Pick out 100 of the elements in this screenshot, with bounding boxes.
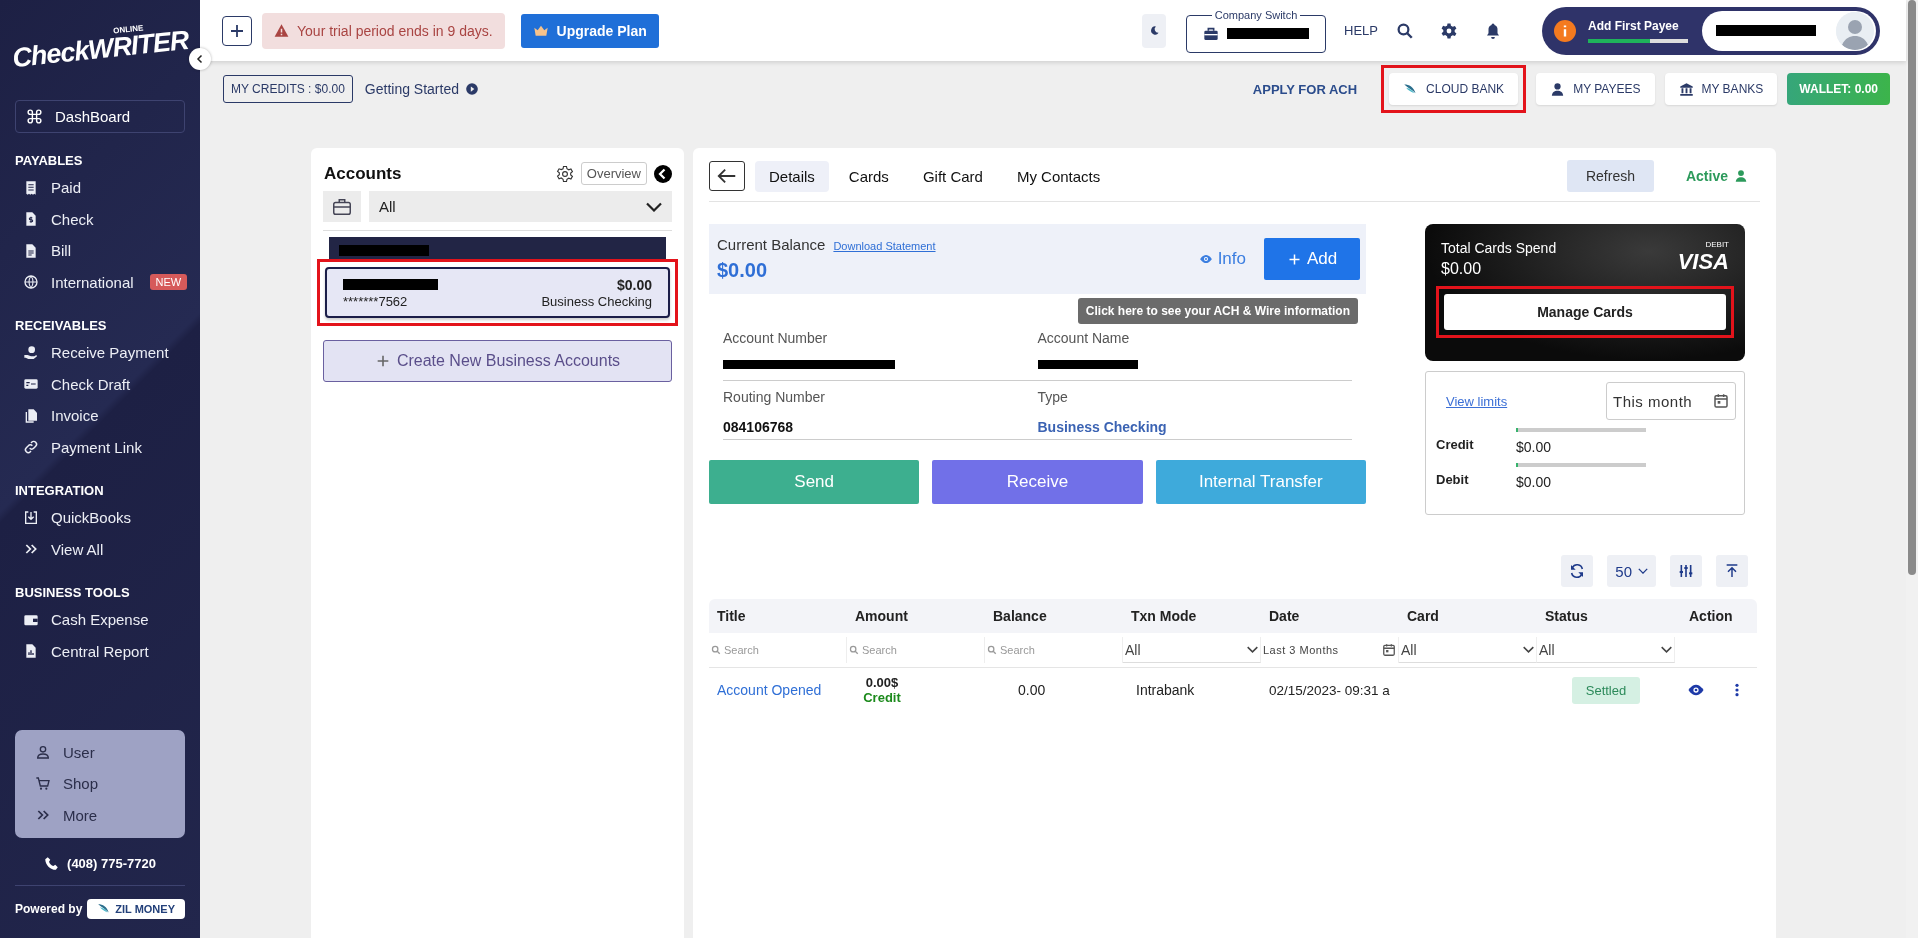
search-field[interactable]: Search bbox=[1000, 644, 1100, 656]
menu-item[interactable]: More bbox=[35, 799, 165, 831]
moon-icon bbox=[1148, 25, 1160, 36]
sidebar-item[interactable]: Check Draft bbox=[15, 368, 185, 400]
back-icon[interactable] bbox=[654, 164, 672, 183]
info-link[interactable]: Info bbox=[1198, 249, 1246, 269]
sidebar-item[interactable]: Receive Payment bbox=[15, 337, 185, 369]
tab[interactable]: Gift Card bbox=[908, 160, 997, 192]
tab[interactable]: Details bbox=[755, 160, 829, 192]
tooltip: Click here to see your ACH & Wire information bbox=[1077, 298, 1358, 324]
view-limits-link[interactable]: View limits bbox=[1446, 393, 1508, 409]
column-header: Title bbox=[716, 608, 747, 624]
add-funds-button[interactable]: Add bbox=[1264, 238, 1360, 280]
info-icon bbox=[1554, 19, 1576, 42]
chevron-down-icon bbox=[1638, 568, 1648, 574]
manage-cards-button[interactable]: Manage Cards bbox=[1444, 294, 1726, 330]
dollar-document-icon bbox=[23, 211, 39, 228]
dashboard-link[interactable]: DashBoard bbox=[15, 100, 185, 133]
status-text: Active bbox=[1685, 168, 1728, 184]
create-account-button[interactable]: Create New Business Accounts bbox=[323, 340, 672, 382]
briefcase-button[interactable] bbox=[323, 191, 361, 222]
card-type: DEBIT bbox=[1705, 240, 1729, 249]
date-filter[interactable]: Last 3 Months bbox=[1261, 637, 1399, 663]
chevron-down-icon bbox=[1247, 646, 1258, 653]
account-number: *******7562 bbox=[343, 294, 408, 309]
help-link[interactable]: HELP bbox=[1344, 23, 1378, 38]
refresh-icon bbox=[1569, 563, 1586, 579]
account-type: Business Checking bbox=[541, 294, 652, 309]
sidebar-item[interactable]: Paid bbox=[15, 172, 185, 204]
card-network: VISA bbox=[1677, 249, 1729, 275]
payee-banner[interactable]: Add First Payee bbox=[1542, 6, 1880, 55]
tab[interactable]: My Contacts bbox=[1002, 160, 1115, 192]
column-header: Txn Mode bbox=[1130, 608, 1198, 624]
search-icon bbox=[711, 645, 721, 655]
nav-button[interactable]: MY BANKS bbox=[1664, 73, 1778, 105]
nav-button[interactable]: MY PAYEES bbox=[1536, 73, 1655, 105]
account-filter[interactable]: All bbox=[369, 191, 672, 222]
select-filter[interactable]: All bbox=[1399, 637, 1537, 663]
bell-icon[interactable] bbox=[1484, 21, 1502, 40]
add-button[interactable] bbox=[222, 15, 252, 46]
collapse-button[interactable] bbox=[189, 48, 211, 70]
download-statement-link[interactable]: Download Statement bbox=[833, 240, 936, 252]
search-icon bbox=[849, 645, 859, 655]
menu-item[interactable]: User bbox=[35, 736, 165, 768]
files-icon bbox=[23, 407, 39, 424]
action-button[interactable]: Receive bbox=[932, 460, 1143, 504]
date-field[interactable]: This month bbox=[1606, 382, 1736, 420]
select-filter[interactable]: All bbox=[1123, 637, 1261, 663]
download-icon bbox=[23, 509, 39, 526]
search-icon bbox=[987, 645, 997, 655]
sidebar-item[interactable]: Cash Expense bbox=[15, 604, 185, 636]
menu-item[interactable]: Shop bbox=[35, 768, 165, 800]
sidebar-item[interactable]: Check bbox=[15, 203, 185, 235]
getting-started-link[interactable]: Getting Started bbox=[364, 81, 479, 97]
back-button[interactable] bbox=[709, 161, 745, 191]
transaction-link[interactable]: Account Opened bbox=[709, 682, 847, 698]
sidebar-item[interactable]: Invoice bbox=[15, 400, 185, 432]
person-icon bbox=[1734, 169, 1748, 183]
sidebar-item[interactable]: Central Report bbox=[15, 635, 185, 667]
refresh-button[interactable] bbox=[1561, 555, 1594, 587]
tab[interactable]: Cards bbox=[834, 160, 903, 192]
chevron-down-icon bbox=[646, 201, 662, 212]
select-filter[interactable]: All bbox=[1537, 637, 1675, 663]
sidebar-item[interactable]: QuickBooks bbox=[15, 502, 185, 534]
limit-label: Credit bbox=[1436, 436, 1475, 452]
search-field[interactable]: Search bbox=[724, 644, 824, 656]
nav-button[interactable]: CLOUD BANK bbox=[1389, 73, 1519, 105]
ach-link[interactable]: APPLY FOR ACH bbox=[1252, 81, 1358, 97]
field-label: Type bbox=[1037, 389, 1069, 405]
settings-icon[interactable] bbox=[1440, 21, 1458, 40]
partner-logo: ZIL MONEY bbox=[87, 899, 185, 919]
account-card[interactable]: $0.00 *******7562 Business Checking bbox=[325, 267, 670, 318]
settings-icon[interactable] bbox=[555, 164, 574, 183]
panel-title: Accounts bbox=[323, 163, 403, 184]
sidebar-item[interactable]: Payment Link bbox=[15, 431, 185, 463]
search-field[interactable]: Search bbox=[862, 644, 962, 656]
column-header: Action bbox=[1688, 608, 1734, 624]
sidebar-item[interactable]: View All bbox=[15, 533, 185, 565]
phone-number: (408) 775-7720 bbox=[67, 856, 156, 871]
section-heading: INTEGRATION bbox=[15, 483, 105, 498]
new-badge: NEW bbox=[149, 274, 188, 291]
scrollbar-thumb[interactable] bbox=[1908, 0, 1916, 575]
table-cell-text: 0.00 bbox=[1017, 682, 1047, 698]
refresh-button[interactable]: Refresh bbox=[1566, 160, 1654, 192]
upgrade-button[interactable]: Upgrade Plan bbox=[520, 13, 659, 48]
user-menu[interactable] bbox=[1702, 10, 1876, 51]
card-amount: $0.00 bbox=[1441, 260, 1483, 278]
warning-icon bbox=[274, 23, 289, 38]
page-size-select[interactable]: 50 bbox=[1607, 555, 1656, 587]
balance-amount: $0.00 bbox=[717, 259, 769, 282]
phone-icon bbox=[44, 856, 60, 871]
scroll-top-button[interactable] bbox=[1716, 555, 1748, 587]
report-icon bbox=[23, 643, 39, 660]
theme-toggle[interactable] bbox=[1142, 13, 1167, 48]
person-icon bbox=[1550, 81, 1566, 97]
sidebar-item[interactable]: Bill bbox=[15, 235, 185, 267]
column-settings-button[interactable] bbox=[1670, 555, 1702, 587]
overview-button[interactable]: Overview bbox=[580, 162, 647, 185]
search-icon[interactable] bbox=[1396, 21, 1414, 40]
sidebar-item[interactable]: International NEW bbox=[15, 266, 185, 298]
